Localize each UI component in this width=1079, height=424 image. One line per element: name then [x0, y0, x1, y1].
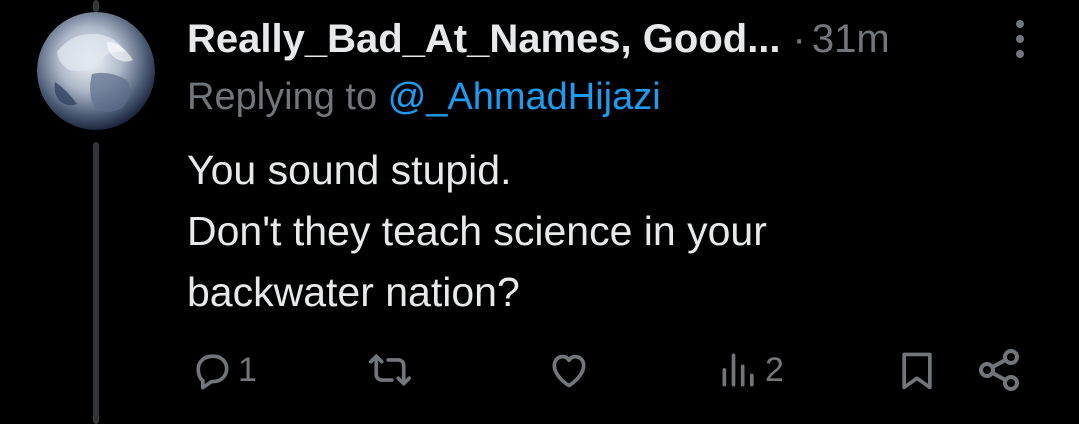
more-options-button[interactable] [1005, 16, 1035, 62]
repost-icon [368, 354, 412, 386]
action-bar: 1 2 [0, 342, 1079, 398]
post-time[interactable]: 31m [812, 17, 890, 62]
post-header: Really_Bad_At_Names, Good... · 31m [187, 14, 890, 64]
header-separator: · [792, 16, 806, 61]
views-count: 2 [765, 350, 784, 389]
like-button[interactable] [547, 342, 591, 398]
more-icon [1016, 20, 1024, 28]
reply-icon [196, 354, 229, 390]
post-text: You sound stupid. Don't they teach scien… [187, 147, 767, 315]
replying-prefix: Replying to [187, 76, 378, 118]
bookmark-button[interactable] [895, 342, 939, 398]
views-icon [722, 353, 754, 387]
replying-to: Replying to @_AhmadHijazi [187, 76, 661, 119]
reply-count: 1 [238, 350, 257, 389]
replying-handle-link[interactable]: @_AhmadHijazi [388, 76, 661, 118]
share-button[interactable] [975, 342, 1023, 398]
author-name[interactable]: Really_Bad_At_Names, Good... [187, 17, 781, 62]
views-button[interactable]: 2 [717, 342, 784, 398]
repost-button[interactable] [367, 342, 413, 398]
bookmark-icon [902, 352, 932, 390]
avatar[interactable] [37, 12, 155, 130]
globe-avatar-icon [37, 12, 155, 130]
like-icon [552, 354, 586, 388]
reply-button[interactable]: 1 [190, 342, 257, 398]
thread-line-top [93, 0, 99, 12]
share-icon [979, 349, 1019, 391]
